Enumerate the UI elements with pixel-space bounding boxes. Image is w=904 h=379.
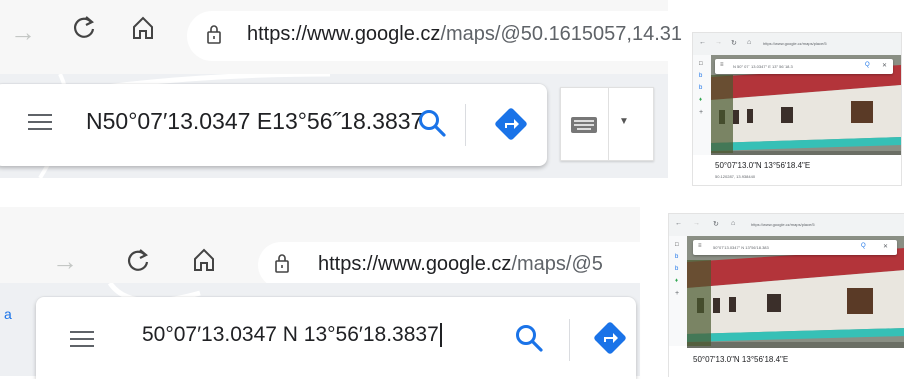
search-input[interactable]: N50°07′13.0347 E13°56˝18.3837 bbox=[86, 108, 423, 135]
input-tools-button[interactable]: ▼ bbox=[560, 87, 654, 161]
url-text: https://www.google.cz/maps/@50.1615057,1… bbox=[247, 23, 683, 45]
add-icon: + bbox=[699, 109, 704, 116]
thumb-url[interactable]: https://www.google.cz/maps/place/5 bbox=[763, 41, 827, 46]
close-icon[interactable]: ✕ bbox=[883, 243, 888, 250]
search-divider bbox=[465, 104, 466, 146]
menu-icon[interactable] bbox=[70, 331, 94, 352]
browser-window-small: → https://www.google.cz/maps/@5 a 50°07′… bbox=[0, 207, 648, 379]
menu-icon[interactable]: ≡ bbox=[720, 62, 724, 68]
sidebar-icon: b bbox=[699, 85, 703, 91]
search-icon[interactable] bbox=[514, 323, 544, 358]
thumb-sidebar: □ b b ♦ + bbox=[693, 55, 712, 155]
url-text: https://www.google.cz/maps/@5 bbox=[318, 253, 603, 275]
address-bar[interactable]: https://www.google.cz/maps/@5 bbox=[258, 242, 648, 288]
thumb-search-input[interactable]: N 50° 07´ 13.0347° E 13° 56´18.3 bbox=[733, 64, 793, 69]
sidebar-icon: b bbox=[699, 73, 703, 79]
map-side-label: a bbox=[4, 306, 12, 322]
add-icon: + bbox=[675, 290, 680, 297]
search-box: N50°07′13.0347 E13°56˝18.3837 bbox=[0, 84, 547, 166]
sidebar-icon: b bbox=[675, 254, 679, 260]
thumb-search-box: ≡ 50°07'13.0347" N 13°56'18.383 Q ✕ bbox=[693, 240, 897, 255]
search-icon[interactable] bbox=[417, 108, 447, 143]
directions-icon[interactable] bbox=[494, 107, 528, 146]
chevron-down-icon[interactable]: ▼ bbox=[619, 116, 629, 127]
place-title: 50°07'13.0"N 13°56'18.4"E bbox=[715, 161, 811, 170]
browser-window-large: → https://www.google.cz/maps/@50.1615057… bbox=[0, 0, 687, 178]
thumbnail-2: ← → ↻ ⌂ https://www.google.cz/maps/place… bbox=[668, 213, 904, 377]
back-arrow-icon[interactable]: ← bbox=[699, 39, 706, 46]
thumbnail-1: ← → ↻ ⌂ https://www.google.cz/maps/place… bbox=[692, 32, 902, 186]
sidebar-icon: ♦ bbox=[675, 278, 679, 284]
sidebar-icon: □ bbox=[675, 242, 679, 248]
sidebar-icon: ♦ bbox=[699, 97, 703, 103]
home-icon[interactable]: ⌂ bbox=[731, 220, 735, 227]
place-title: 50°07'13.0"N 13°56'18.4"E bbox=[693, 355, 789, 364]
lock-icon[interactable] bbox=[206, 24, 222, 51]
forward-arrow-icon[interactable]: → bbox=[715, 39, 722, 46]
thumb-search-input[interactable]: 50°07'13.0347" N 13°56'18.383 bbox=[713, 245, 769, 250]
search-divider bbox=[569, 319, 570, 361]
search-input[interactable]: 50°07′13.0347 N 13°56′18.3837 bbox=[142, 323, 442, 347]
search-icon[interactable]: Q bbox=[865, 62, 870, 68]
directions-icon[interactable] bbox=[593, 321, 627, 360]
reload-icon[interactable] bbox=[118, 246, 158, 281]
forward-arrow-icon[interactable]: → bbox=[45, 246, 85, 277]
thumb-search-box: ≡ N 50° 07´ 13.0347° E 13° 56´18.3 Q ✕ bbox=[715, 59, 893, 74]
thumb-sidebar: □ b b ♦ + bbox=[669, 236, 688, 346]
home-icon[interactable]: ⌂ bbox=[747, 39, 751, 46]
back-arrow-icon[interactable]: ← bbox=[675, 220, 682, 227]
forward-arrow-icon[interactable]: → bbox=[4, 17, 42, 48]
menu-icon[interactable] bbox=[28, 114, 52, 135]
close-icon[interactable]: ✕ bbox=[882, 62, 887, 69]
search-icon[interactable]: Q bbox=[861, 243, 866, 249]
street-view-photo[interactable]: ≡ 50°07'13.0347" N 13°56'18.383 Q ✕ bbox=[687, 236, 904, 348]
street-view-photo[interactable]: ≡ N 50° 07´ 13.0347° E 13° 56´18.3 Q ✕ bbox=[711, 55, 901, 155]
place-coords: 50.120287, 13.938440 bbox=[715, 174, 756, 179]
reload-icon[interactable]: ↻ bbox=[713, 220, 719, 228]
sidebar-icon: □ bbox=[699, 61, 703, 67]
thumb-toolbar: ← → ↻ ⌂ https://www.google.cz/maps/place… bbox=[693, 33, 901, 55]
sidebar-icon: b bbox=[675, 266, 679, 272]
tool-divider bbox=[608, 88, 609, 160]
keyboard-icon[interactable] bbox=[571, 117, 597, 138]
thumb-url[interactable]: https://www.google.cz/maps/place/5 bbox=[751, 222, 815, 227]
forward-arrow-icon[interactable]: → bbox=[693, 220, 700, 227]
address-bar[interactable]: https://www.google.cz/maps/@50.1615057,1… bbox=[187, 11, 687, 61]
thumb-toolbar: ← → ↻ ⌂ https://www.google.cz/maps/place… bbox=[669, 214, 904, 236]
lock-icon[interactable] bbox=[274, 253, 290, 280]
home-icon[interactable] bbox=[125, 14, 161, 47]
reload-icon[interactable]: ↻ bbox=[731, 39, 737, 47]
reload-icon[interactable] bbox=[64, 13, 104, 48]
menu-icon[interactable]: ≡ bbox=[698, 243, 702, 249]
home-icon[interactable] bbox=[186, 246, 222, 279]
search-box: 50°07′13.0347 N 13°56′18.3837 bbox=[36, 297, 636, 379]
